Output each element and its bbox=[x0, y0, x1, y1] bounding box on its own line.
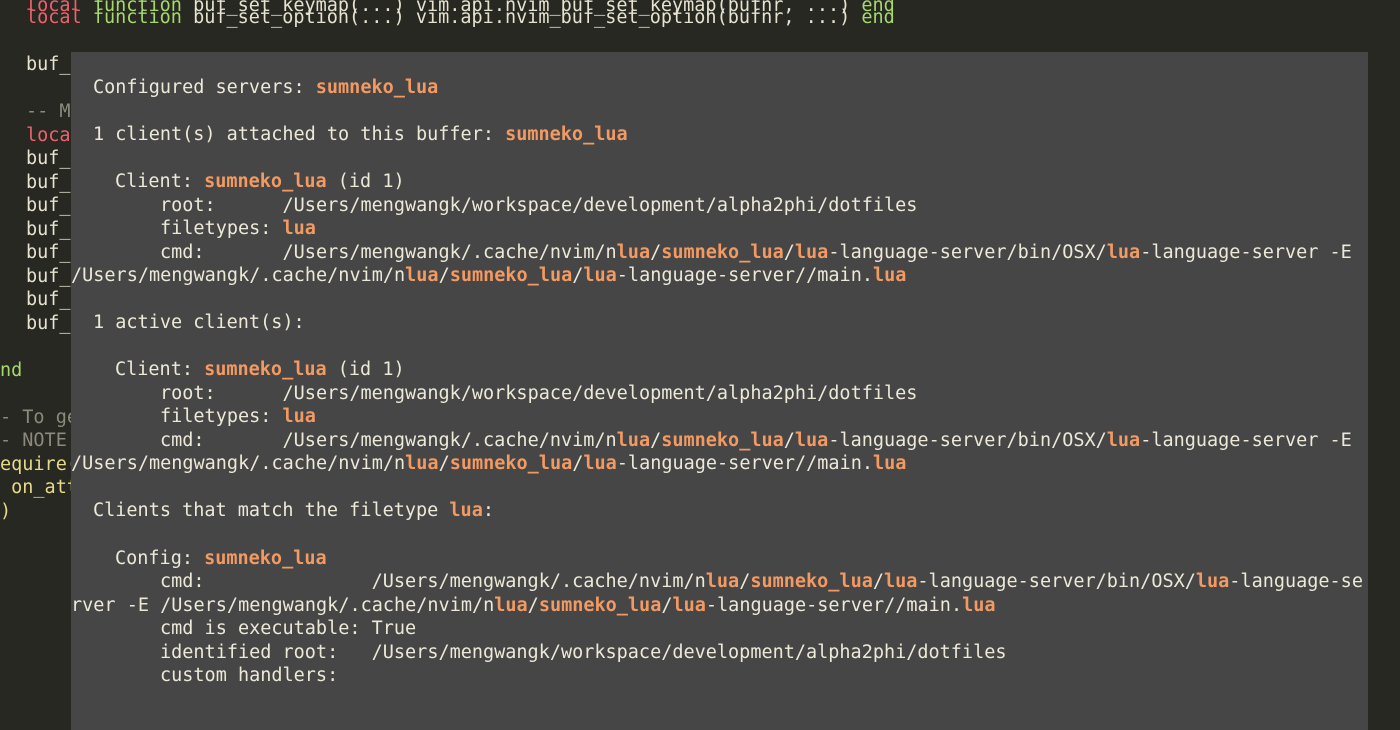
editor-end-fragment: nd bbox=[0, 360, 23, 381]
cmd-line-continued: /Users/mengwangk/.cache/nvim/nlua/sumnek… bbox=[71, 265, 907, 286]
config-cmd-line: cmd: /Users/mengwangk/.cache/nvim/nlua/s… bbox=[160, 571, 1363, 592]
cmd-line-continued: /Users/mengwangk/.cache/nvim/nlua/sumnek… bbox=[71, 453, 907, 474]
keyword-local: local bbox=[26, 7, 82, 28]
config-line: Config: sumneko_lua bbox=[115, 548, 327, 569]
editor-line-buf: buf_ bbox=[26, 195, 71, 216]
keyword-end: end bbox=[861, 7, 895, 28]
editor-line-buf: buf_ bbox=[26, 148, 71, 169]
root-line: root: /Users/mengwangk/workspace/develop… bbox=[160, 383, 918, 404]
configured-servers-line: Configured servers: sumneko_lua bbox=[93, 77, 439, 98]
editor-comment: - To ge bbox=[0, 407, 78, 428]
editor-line-buf: buf_ bbox=[26, 219, 71, 240]
root-line: root: /Users/mengwangk/workspace/develop… bbox=[160, 195, 918, 216]
editor-comment: -- M bbox=[26, 101, 71, 122]
attached-clients-line: 1 client(s) attached to this buffer: sum… bbox=[93, 124, 628, 145]
client-line: Client: sumneko_lua (id 1) bbox=[115, 359, 405, 380]
active-clients-line: 1 active client(s): bbox=[93, 312, 305, 333]
editor-line-buf: buf_ bbox=[26, 266, 71, 287]
executable-line: cmd is executable: True bbox=[160, 618, 417, 639]
custom-handlers-line: custom handlers: bbox=[160, 665, 339, 686]
editor-line-buf: buf_ bbox=[26, 289, 71, 310]
editor-paren-fragment: ) bbox=[0, 501, 12, 522]
editor-line-buf-set-option: local function buf_set_option(...) vim.a… bbox=[26, 6, 895, 30]
keyword-function: function bbox=[92, 7, 182, 28]
editor-line-buf: buf_ bbox=[26, 313, 71, 334]
editor-comment: - NOTE: bbox=[0, 430, 78, 451]
editor-require-fragment: equire( bbox=[0, 454, 78, 475]
cmd-line: cmd: /Users/mengwangk/.cache/nvim/nlua/s… bbox=[160, 430, 1352, 451]
editor-on-attach-fragment: on_att bbox=[0, 477, 78, 498]
lsp-info-window[interactable]: Configured servers: sumneko_lua 1 client… bbox=[71, 52, 1368, 730]
config-cmd-line-continued: rver -E /Users/mengwangk/.cache/nvim/nlu… bbox=[71, 595, 996, 616]
editor-line-buf: buf_ bbox=[26, 242, 71, 263]
client-line: Client: sumneko_lua (id 1) bbox=[115, 171, 405, 192]
filetypes-line: filetypes: lua bbox=[160, 218, 316, 239]
cmd-line: cmd: /Users/mengwangk/.cache/nvim/nlua/s… bbox=[160, 242, 1352, 263]
editor-keyword-local: loca bbox=[26, 125, 71, 146]
identified-root-line: identified root: /Users/mengwangk/worksp… bbox=[160, 642, 1007, 663]
server-name: sumneko_lua bbox=[505, 124, 628, 145]
filetypes-line: filetypes: lua bbox=[160, 406, 316, 427]
editor-line-buf: buf_ bbox=[26, 172, 71, 193]
matching-clients-line: Clients that match the filetype lua: bbox=[93, 500, 494, 521]
server-name: sumneko_lua bbox=[315, 77, 439, 98]
code-text: buf_set_option(...) vim.api.nvim_buf_set… bbox=[181, 7, 862, 28]
